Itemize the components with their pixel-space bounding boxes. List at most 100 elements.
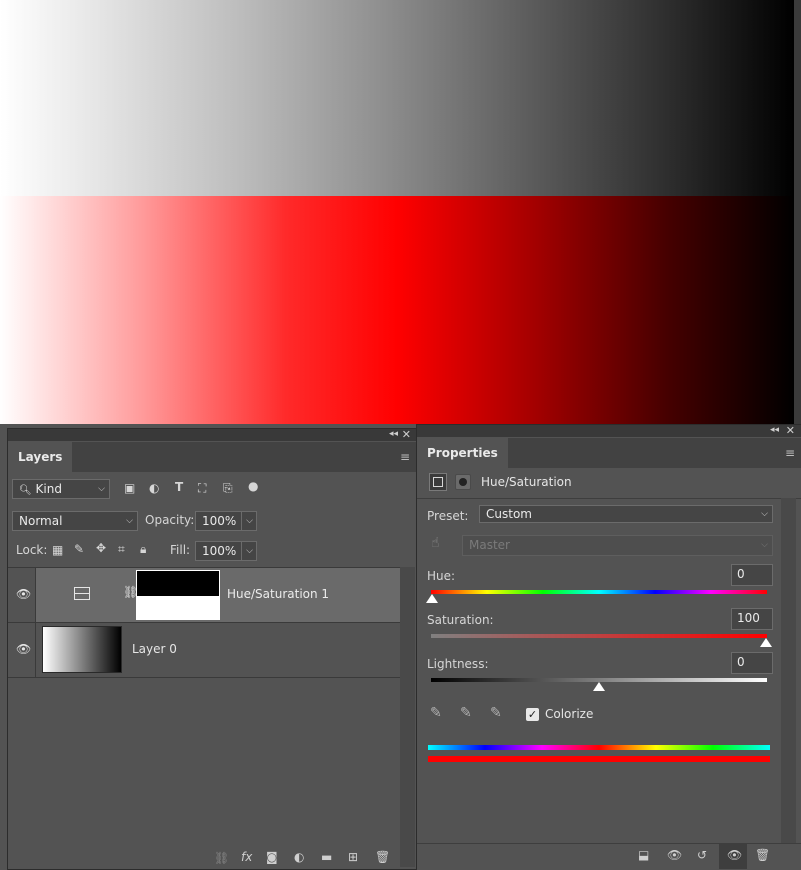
red-gradient-band: [0, 196, 794, 424]
targeted-adjustment-icon[interactable]: ☝︎: [431, 535, 440, 551]
fill-label: Fill:: [170, 543, 191, 557]
link-layers-icon[interactable]: ⛓︎: [214, 851, 229, 865]
visibility-toggle[interactable]: 👁︎: [8, 568, 36, 622]
fill-input[interactable]: 100%: [195, 541, 243, 561]
clip-to-layer-icon[interactable]: ⬓: [638, 848, 649, 862]
eyedropper-subtract-icon[interactable]: ✎: [490, 705, 502, 721]
layer-row-layer-0[interactable]: 👁︎ Layer 0: [8, 623, 400, 678]
colorize-label[interactable]: Colorize: [545, 707, 593, 721]
properties-tab-row: Properties ≡: [417, 438, 801, 468]
filter-kind-dropdown[interactable]: 🔍︎ Kind ⌵: [12, 479, 110, 499]
output-color-bar: [428, 756, 770, 762]
preset-dropdown[interactable]: Custom ⌵: [479, 505, 773, 523]
lock-all-icon[interactable]: 🔒︎: [140, 542, 146, 557]
layer-row-hue-saturation[interactable]: 👁︎ ⛓︎ Hue/Saturation 1: [8, 568, 400, 623]
mask-mode-icon[interactable]: [455, 474, 471, 490]
hue-saturation-adjustment-icon: [74, 587, 90, 600]
blend-mode-dropdown[interactable]: Normal ⌵: [12, 511, 138, 531]
eyedropper-icon[interactable]: ✎: [430, 705, 442, 721]
lightness-slider-thumb[interactable]: [593, 682, 605, 691]
lightness-label: Lightness:: [427, 657, 489, 671]
layers-tab-row: Layers ≡: [8, 442, 416, 472]
shape-filter-icon[interactable]: ⛶: [198, 481, 206, 496]
opacity-input[interactable]: 100%: [195, 511, 243, 531]
toggle-visibility-icon: 👁︎: [727, 848, 743, 862]
eye-icon: 👁︎: [16, 642, 32, 656]
layer-mask-thumbnail[interactable]: [136, 570, 220, 620]
saturation-input[interactable]: 100: [731, 608, 773, 630]
collapse-icon[interactable]: ◂◂: [389, 429, 398, 439]
layers-list: 👁︎ ⛓︎ Hue/Saturation 1 👁︎ Layer 0: [8, 567, 400, 838]
new-group-icon[interactable]: ▬: [321, 850, 332, 864]
adjustment-filter-icon[interactable]: ◐: [149, 481, 159, 495]
properties-scrollbar[interactable]: [781, 498, 796, 843]
reset-icon[interactable]: ↺: [697, 848, 707, 862]
search-icon: 🔍︎: [19, 485, 32, 496]
channel-value: Master: [469, 538, 510, 552]
chevron-down-icon: ⌵: [98, 484, 105, 494]
layer-name[interactable]: Layer 0: [132, 642, 177, 656]
add-mask-icon[interactable]: ◙: [266, 850, 278, 864]
hue-label: Hue:: [427, 569, 456, 583]
pixel-filter-icon[interactable]: ▣: [124, 481, 135, 495]
lightness-input[interactable]: 0: [731, 652, 773, 674]
chevron-down-icon: ⌵: [761, 540, 768, 550]
blend-mode-value: Normal: [19, 514, 63, 528]
close-icon[interactable]: ✕: [402, 428, 411, 441]
panel-menu-icon[interactable]: ≡: [400, 450, 410, 464]
toggle-visibility-button[interactable]: 👁︎: [719, 844, 747, 869]
type-filter-icon[interactable]: T: [175, 480, 183, 494]
properties-panel-bar: ◂◂ ✕: [417, 424, 801, 437]
opacity-dropdown[interactable]: ⌵: [241, 511, 257, 531]
close-icon[interactable]: ✕: [786, 424, 795, 437]
filter-toggle-icon[interactable]: ●: [248, 479, 258, 493]
smart-object-filter-icon[interactable]: ⎘: [223, 481, 233, 496]
lock-label: Lock:: [16, 543, 48, 557]
eyedropper-add-icon[interactable]: ✎: [460, 705, 472, 721]
preset-value: Custom: [486, 507, 532, 521]
saturation-slider-thumb[interactable]: [760, 638, 772, 647]
layer-thumbnail[interactable]: [42, 626, 122, 673]
new-adjustment-icon[interactable]: ◐: [294, 850, 304, 864]
fill-dropdown[interactable]: ⌵: [241, 541, 257, 561]
layer-name[interactable]: Hue/Saturation 1: [227, 587, 329, 601]
hue-slider-track[interactable]: [431, 590, 767, 594]
properties-footer: ⬓ 👁︎ ↺ 👁︎ 🗑︎: [417, 843, 801, 869]
panel-menu-icon[interactable]: ≡: [785, 446, 795, 460]
chevron-down-icon: ⌵: [246, 516, 253, 526]
new-layer-icon[interactable]: ⊞: [348, 850, 358, 864]
saturation-slider-track[interactable]: [431, 634, 767, 638]
adjustment-mode-icon[interactable]: [429, 473, 447, 491]
adjustment-title: Hue/Saturation: [481, 475, 572, 489]
document-canvas[interactable]: [0, 0, 794, 424]
lock-position-icon[interactable]: ✥: [96, 541, 106, 555]
opacity-label: Opacity:: [145, 513, 195, 527]
layers-footer: ⛓︎ fx ◙ ◐ ▬ ⊞ 🗑︎: [8, 849, 400, 869]
visibility-toggle[interactable]: 👁︎: [8, 623, 36, 677]
view-previous-state-icon[interactable]: 👁︎: [667, 848, 682, 862]
lock-image-icon[interactable]: ✎: [74, 542, 84, 556]
saturation-label: Saturation:: [427, 613, 494, 627]
tab-layers[interactable]: Layers: [8, 442, 73, 472]
input-color-bar: [428, 745, 770, 750]
preset-label: Preset:: [427, 509, 469, 523]
layers-panel: ◂◂ ✕ Layers ≡ 🔍︎ Kind ⌵ ▣ ◐ T ⛶ ⎘ ● Norm…: [7, 428, 417, 870]
hue-input[interactable]: 0: [731, 564, 773, 586]
delete-layer-icon[interactable]: 🗑︎: [375, 850, 390, 864]
lock-transparent-icon[interactable]: ▦: [52, 543, 63, 557]
canvas-edge: [794, 0, 801, 424]
eye-icon: 👁︎: [16, 587, 32, 601]
colorize-checkbox[interactable]: ✓: [526, 708, 539, 721]
layers-panel-bar: ◂◂ ✕: [8, 428, 416, 441]
chevron-down-icon: ⌵: [761, 509, 768, 519]
fx-icon[interactable]: fx: [241, 850, 252, 864]
properties-panel: ◂◂ ✕ Properties ≡ Hue/Saturation Preset:…: [416, 424, 801, 869]
collapse-icon[interactable]: ◂◂: [770, 425, 779, 435]
hue-slider-thumb[interactable]: [426, 594, 438, 603]
channel-dropdown[interactable]: Master ⌵: [462, 535, 773, 556]
lock-artboard-icon[interactable]: ⌗: [118, 542, 125, 557]
layers-scrollbar[interactable]: [400, 567, 415, 867]
tab-properties[interactable]: Properties: [417, 438, 508, 468]
delete-icon[interactable]: 🗑︎: [755, 848, 770, 862]
filter-kind-label: Kind: [35, 482, 62, 496]
